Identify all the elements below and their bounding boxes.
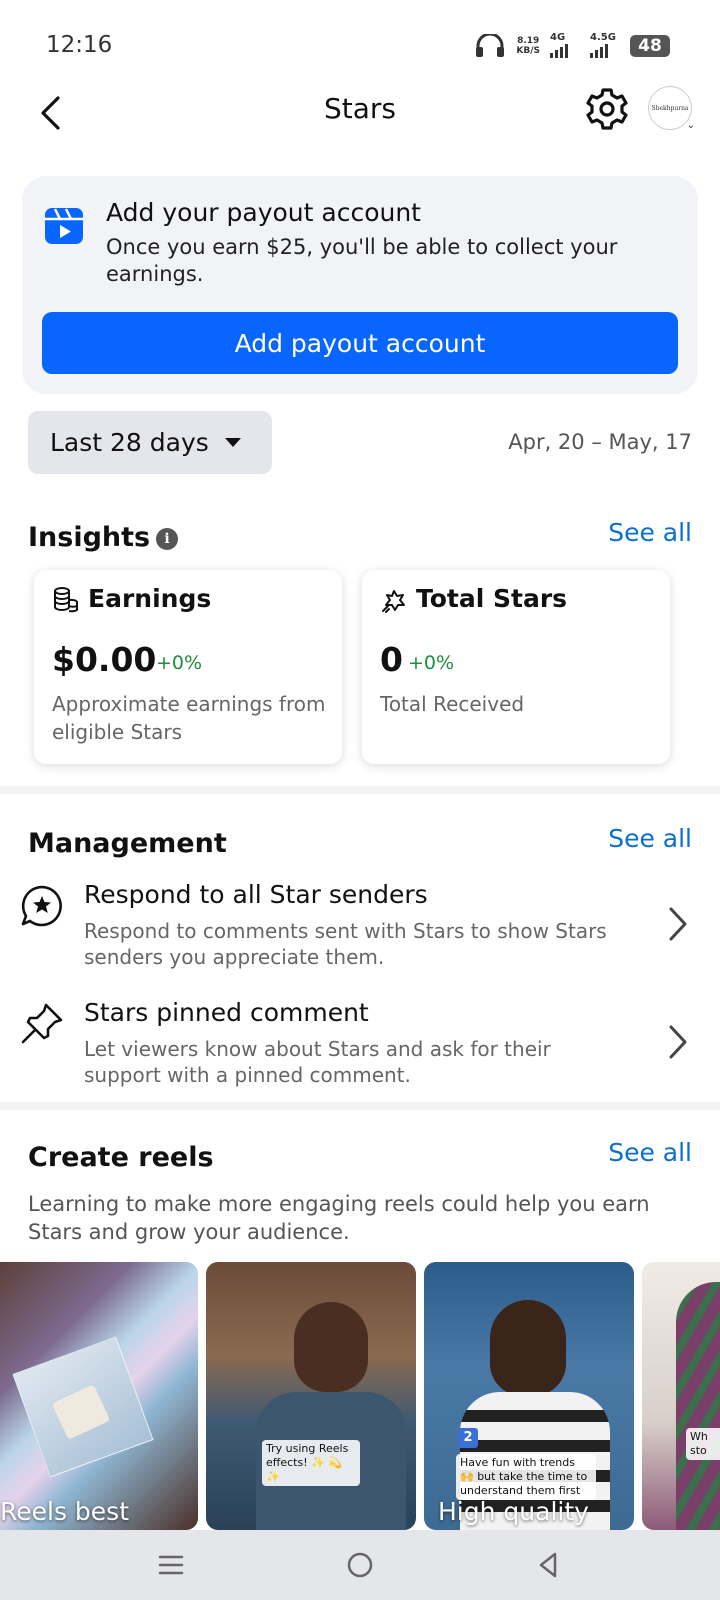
system-navigation-bar [0, 1530, 720, 1600]
total-stars-description: Total Received [380, 692, 525, 716]
date-range-dropdown[interactable]: Last 28 days [28, 411, 272, 474]
chevron-right-icon [669, 1025, 687, 1059]
step-badge: 2 [458, 1428, 478, 1448]
management-see-all-link[interactable]: See all [608, 824, 692, 853]
top-app-bar: Stars Shekhpurna ⌄ [0, 80, 720, 156]
payout-title: Add your payout account [106, 198, 421, 227]
gear-icon [586, 88, 628, 130]
info-icon[interactable]: i [156, 528, 178, 550]
back-triangle-icon[interactable] [533, 1550, 563, 1580]
network-speed-unit: KB/S [516, 46, 540, 56]
coins-icon [54, 587, 78, 613]
stars-pinned-comment-description: Let viewers know about Stars and ask for… [84, 1037, 551, 1087]
date-range-text: Apr, 20 – May, 17 [508, 430, 692, 454]
chevron-right-icon [669, 907, 687, 941]
reel-thumbnail-3[interactable]: 2 Have fun with trends 🙌 but take the ti… [424, 1262, 634, 1530]
create-reels-description: Learning to make more engaging reels cou… [28, 1192, 650, 1244]
reel-thumbnail-2[interactable]: Try using Reels effects! ✨ 💫 ✨ [206, 1262, 416, 1530]
star-burst-icon [382, 590, 405, 613]
reel-thumbnail-1[interactable]: Reels best [0, 1262, 198, 1530]
chevron-down-icon: ⌄ [686, 120, 695, 131]
payout-description: Once you earn $25, you'll be able to col… [106, 235, 618, 286]
status-icons: 8.19 KB/S 4G 4.5G 48 [474, 32, 670, 60]
signal-45g: 4.5G [590, 32, 620, 58]
presenter-face-image [294, 1302, 368, 1392]
insights-see-all-link[interactable]: See all [608, 518, 692, 547]
add-payout-account-button[interactable]: Add payout account [42, 312, 678, 374]
payout-banner: Add your payout account Once you earn $2… [22, 176, 698, 394]
reel-caption-3: Have fun with trends 🙌 but take the time… [456, 1454, 596, 1500]
presenter-face-image [490, 1300, 566, 1396]
create-reels-see-all-link[interactable]: See all [608, 1138, 692, 1167]
reel-label-3: High quality [438, 1497, 589, 1526]
section-divider [0, 786, 720, 794]
total-stars-card[interactable]: Total Stars 0 +0% Total Received [362, 570, 670, 764]
presenter-image [676, 1282, 720, 1530]
signal-45g-label: 4.5G [590, 32, 616, 43]
respond-star-senders-title: Respond to all Star senders [84, 880, 428, 909]
respond-star-senders-row[interactable]: Respond to all Star senders Respond to c… [0, 880, 720, 990]
pin-icon [21, 1003, 63, 1044]
earnings-value: $0.00 [52, 640, 157, 679]
section-divider [0, 1102, 720, 1110]
battery-indicator: 48 [630, 35, 670, 57]
reel-label-1: Reels best [0, 1497, 130, 1526]
earnings-description: Approximate earnings from eligible Stars [52, 692, 326, 744]
signal-4g-label: 4G [550, 32, 566, 43]
home-circle-icon[interactable] [345, 1550, 375, 1580]
total-stars-change: +0% [408, 652, 455, 674]
status-time: 12:16 [46, 32, 113, 58]
settings-button[interactable] [584, 86, 630, 132]
create-reels-title: Create reels [28, 1142, 214, 1173]
earnings-card[interactable]: Earnings $0.00 +0% Approximate earnings … [34, 570, 342, 764]
profile-avatar-button[interactable]: Shekhpurna ⌄ [648, 86, 695, 131]
signal-bars-icon [550, 44, 568, 58]
stars-pinned-comment-title: Stars pinned comment [84, 998, 369, 1027]
stars-pinned-comment-row[interactable]: Stars pinned comment Let viewers know ab… [0, 998, 720, 1108]
network-speed-value: 8.19 [517, 36, 540, 46]
earnings-change: +0% [156, 652, 203, 674]
reel-caption-4: Wh sto [686, 1428, 720, 1460]
insights-title: Insights [28, 522, 151, 553]
respond-star-senders-description: Respond to comments sent with Stars to s… [84, 919, 607, 969]
total-stars-title: Total Stars [416, 584, 568, 613]
earnings-title: Earnings [88, 584, 212, 613]
reels-icon [45, 208, 83, 244]
menu-icon[interactable] [156, 1550, 186, 1580]
headphones-icon [476, 34, 505, 57]
date-range-selected: Last 28 days [50, 428, 209, 457]
network-speed: 8.19 KB/S [516, 36, 540, 56]
caret-down-icon [224, 438, 241, 447]
reel-caption-2: Try using Reels effects! ✨ 💫 ✨ [262, 1440, 360, 1486]
signal-bars-icon [590, 44, 608, 58]
signal-4g: 4G [550, 32, 580, 58]
status-bar: 12:16 8.19 KB/S 4G 4.5G 48 [0, 0, 720, 80]
management-title: Management [28, 828, 227, 859]
total-stars-value: 0 [380, 640, 403, 679]
avatar-text: Shekhpurna [651, 104, 689, 112]
reel-thumbnail-4[interactable]: Wh sto [642, 1262, 720, 1530]
star-comment-icon [21, 885, 62, 927]
